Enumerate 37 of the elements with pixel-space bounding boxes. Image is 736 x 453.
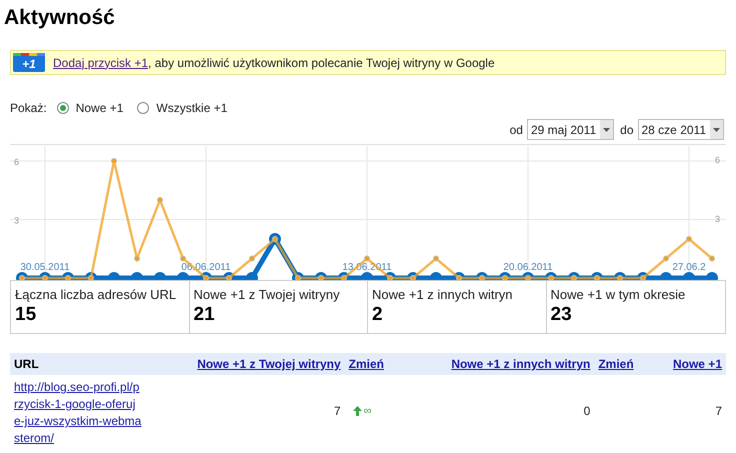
to-date-select[interactable]: 28 cze 2011 [638, 119, 724, 140]
column-sort-link[interactable]: Nowe +1 [672, 357, 722, 371]
radio-option[interactable]: Nowe +1 [56, 99, 124, 117]
plus-one-badge: +1 [13, 53, 45, 72]
add-button-link[interactable]: Dodaj przycisk +1 [53, 56, 148, 70]
stat-label: Nowe +1 z innych witryn [372, 287, 514, 303]
stat-value: 15 [15, 303, 38, 327]
stat-value: 2 [372, 303, 384, 327]
y-tick-label: 3 [14, 216, 20, 226]
show-label: Pokaż: [10, 100, 47, 117]
banner-text: Dodaj przycisk +1, aby umożliwić użytkownikom polecanie Twojej witryny w Google [53, 54, 495, 72]
from-date-select[interactable]: 29 maj 2011 [526, 119, 614, 140]
y-tick-label: 6 [14, 157, 20, 168]
stat-value: 23 [550, 303, 573, 327]
stat-label: Nowe +1 w tym okresie [550, 287, 686, 303]
table-cell: 7 [334, 404, 341, 418]
stat-label: Nowe +1 z Twojej witryny [194, 287, 341, 303]
column-sort-link[interactable]: Nowe +1 z innych witryn [451, 357, 590, 371]
radio-option[interactable]: Wszystkie +1 [137, 99, 228, 117]
x-tick-label: 30.05.2011 [20, 262, 70, 273]
column-sort-link[interactable]: Nowe +1 z Twojej witryny [197, 357, 341, 371]
column-sort-link[interactable]: Zmień [598, 357, 634, 371]
table-cell: 7 [715, 404, 722, 418]
x-tick-label: 27.06.2 [672, 262, 706, 273]
axis-label: 6 [714, 155, 720, 165]
stat-value: 21 [194, 303, 216, 327]
change-indicator: ∞ [352, 402, 398, 420]
url-link[interactable]: http://blog.seo-profi.pl/przycisk-1-google-oferuje-juz-wszystkim-webmasterom/ [14, 379, 142, 447]
table-cell: 0 [584, 404, 590, 418]
stat-label: Łączna liczba adresów URL [15, 287, 178, 303]
page-title: Aktywność [4, 5, 116, 31]
to-label: do [620, 122, 634, 138]
x-tick-label: 20.06.2011 [503, 262, 553, 273]
column-sort-link[interactable]: Zmień [348, 357, 384, 371]
from-label: od [510, 122, 523, 138]
axis-label: 3 [714, 214, 720, 224]
column-header: URL [14, 357, 39, 371]
